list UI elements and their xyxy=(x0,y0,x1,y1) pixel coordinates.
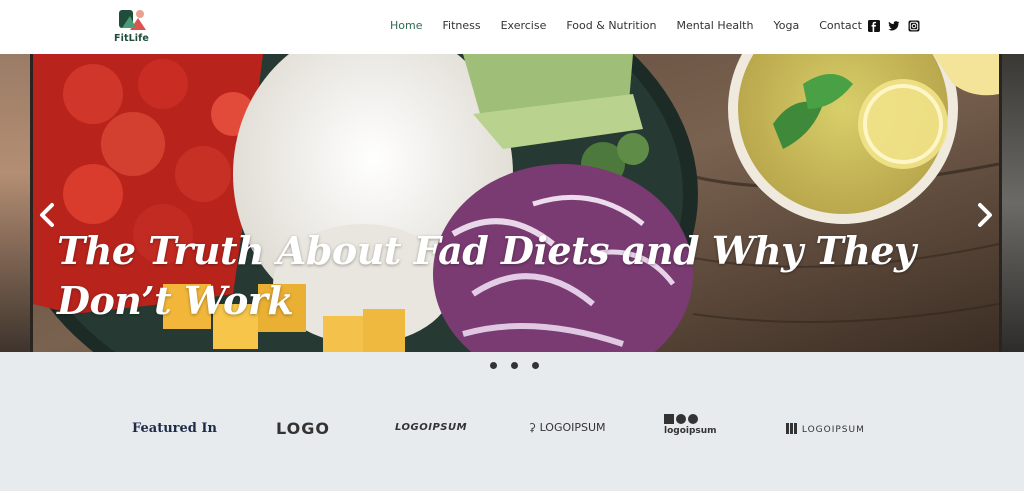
featured-band: Featured In LOGO LOGOIPSUM ⚳ LOGOIPSUM l… xyxy=(0,352,1024,491)
chevron-left-icon[interactable] xyxy=(36,202,58,228)
nav-food-nutrition[interactable]: Food & Nutrition xyxy=(556,18,666,34)
facebook-icon[interactable] xyxy=(868,20,880,32)
social-links xyxy=(868,20,920,32)
nav-mental-health[interactable]: Mental Health xyxy=(667,18,764,34)
brand-logo-3-text: LOGOIPSUM xyxy=(539,421,606,434)
nav-contact-label: Contact xyxy=(819,19,862,32)
fitlife-logo-icon xyxy=(119,10,146,30)
brand-logo-4-text: logoipsum xyxy=(664,426,717,436)
nav-yoga[interactable]: Yoga xyxy=(763,18,809,34)
instagram-icon[interactable] xyxy=(908,20,920,32)
site-logo[interactable]: FitLife xyxy=(112,8,156,46)
chevron-right-icon[interactable] xyxy=(974,202,996,228)
main-nav: Home Fitness Exercise Food & Nutrition M… xyxy=(380,18,884,34)
twitter-icon[interactable] xyxy=(888,20,900,32)
brand-logo-2: LOGOIPSUM xyxy=(395,422,468,433)
nav-fitness[interactable]: Fitness xyxy=(432,18,490,34)
slider-dot-1[interactable] xyxy=(490,362,497,369)
brand-logo-4: logoipsum xyxy=(664,414,724,436)
slider-dot-2[interactable] xyxy=(511,362,518,369)
nav-exercise[interactable]: Exercise xyxy=(491,18,557,34)
next-slide-peek xyxy=(1002,54,1024,352)
hero-slide[interactable]: The Truth About Fad Diets and Why They D… xyxy=(33,54,999,352)
site-header: FitLife Home Fitness Exercise Food & Nut… xyxy=(0,0,1024,54)
previous-slide-peek xyxy=(0,54,30,352)
slider-dots xyxy=(490,362,539,369)
brand-logo-4-mark xyxy=(664,414,724,424)
slide-title[interactable]: The Truth About Fad Diets and Why They D… xyxy=(57,226,917,326)
brand-logo-5-text: LOGOIPSUM xyxy=(801,425,865,435)
hero-slider: The Truth About Fad Diets and Why They D… xyxy=(0,54,1024,352)
brand-logo-5: LOGOIPSUM xyxy=(786,423,865,435)
logo-text: FitLife xyxy=(114,33,149,44)
featured-heading: Featured In xyxy=(132,421,217,436)
slider-dot-3[interactable] xyxy=(532,362,539,369)
brand-logo-3: ⚳ LOGOIPSUM xyxy=(528,421,606,434)
nav-home[interactable]: Home xyxy=(380,18,432,34)
brand-logo-1: LOGO xyxy=(276,419,330,438)
